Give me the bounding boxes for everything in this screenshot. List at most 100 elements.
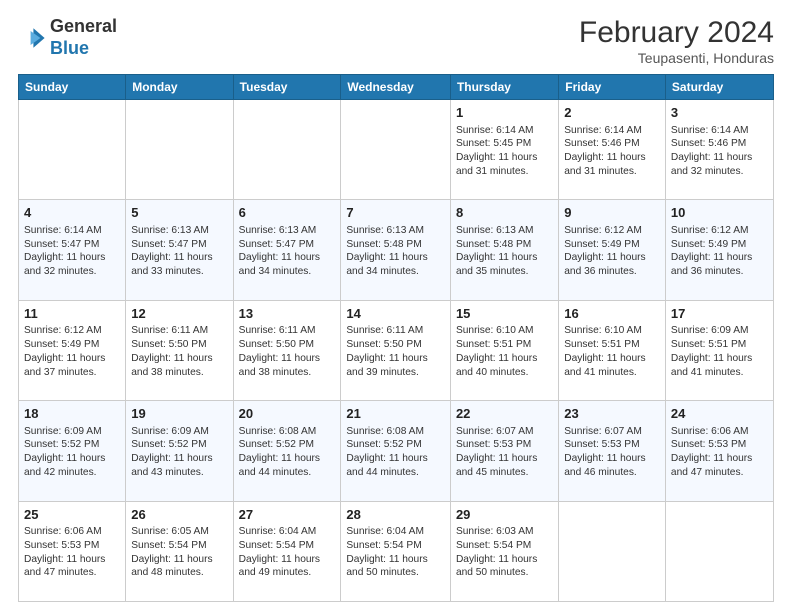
- day-info: Sunrise: 6:06 AM Sunset: 5:53 PM Dayligh…: [24, 526, 105, 578]
- day-number: 19: [131, 405, 227, 423]
- day-number: 8: [456, 204, 553, 222]
- day-number: 7: [346, 204, 445, 222]
- day-info: Sunrise: 6:13 AM Sunset: 5:47 PM Dayligh…: [239, 225, 320, 277]
- day-info: Sunrise: 6:05 AM Sunset: 5:54 PM Dayligh…: [131, 526, 212, 578]
- calendar-cell: 17 Sunrise: 6:09 AM Sunset: 5:51 PM Dayli…: [665, 300, 773, 400]
- calendar-cell: 16 Sunrise: 6:10 AM Sunset: 5:51 PM Dayli…: [559, 300, 666, 400]
- calendar-week-row: 25 Sunrise: 6:06 AM Sunset: 5:53 PM Dayli…: [19, 501, 774, 601]
- calendar-cell: 11 Sunrise: 6:12 AM Sunset: 5:49 PM Dayli…: [19, 300, 126, 400]
- day-number: 3: [671, 104, 768, 122]
- calendar-cell: 9 Sunrise: 6:12 AM Sunset: 5:49 PM Daylig…: [559, 200, 666, 300]
- day-number: 17: [671, 305, 768, 323]
- calendar-cell: [665, 501, 773, 601]
- day-info: Sunrise: 6:08 AM Sunset: 5:52 PM Dayligh…: [346, 426, 427, 478]
- calendar-cell: 6Sunrise: 6:13 AM Sunset: 5:47 PM Daylig…: [233, 200, 341, 300]
- day-number: 29: [456, 506, 553, 524]
- day-number: 28: [346, 506, 445, 524]
- page-header: General Blue February 2024 Teupasenti, H…: [18, 16, 774, 66]
- calendar-cell: 12 Sunrise: 6:11 AM Sunset: 5:50 PM Dayli…: [126, 300, 233, 400]
- day-info: Sunrise: 6:10 AM Sunset: 5:51 PM Dayligh…: [456, 325, 537, 377]
- calendar-cell: 1 Sunrise: 6:14 AM Sunset: 5:45 PM Daylig…: [450, 100, 558, 200]
- day-number: 12: [131, 305, 227, 323]
- day-number: 10: [671, 204, 768, 222]
- day-info: Sunrise: 6:14 AM Sunset: 5:45 PM Dayligh…: [456, 125, 537, 177]
- calendar-week-row: 18 Sunrise: 6:09 AM Sunset: 5:52 PM Dayli…: [19, 401, 774, 501]
- logo-text: General Blue: [50, 16, 117, 59]
- calendar-cell: 5Sunrise: 6:13 AM Sunset: 5:47 PM Daylig…: [126, 200, 233, 300]
- weekday-header: Wednesday: [341, 75, 451, 100]
- calendar-cell: [233, 100, 341, 200]
- calendar-cell: 28 Sunrise: 6:04 AM Sunset: 5:54 PM Dayli…: [341, 501, 451, 601]
- day-info: Sunrise: 6:11 AM Sunset: 5:50 PM Dayligh…: [239, 325, 320, 377]
- day-info: Sunrise: 6:06 AM Sunset: 5:53 PM Dayligh…: [671, 426, 752, 478]
- day-info: Sunrise: 6:08 AM Sunset: 5:52 PM Dayligh…: [239, 426, 320, 478]
- calendar-cell: 3 Sunrise: 6:14 AM Sunset: 5:46 PM Daylig…: [665, 100, 773, 200]
- logo: General Blue: [18, 16, 117, 59]
- day-number: 25: [24, 506, 120, 524]
- day-info: Sunrise: 6:13 AM Sunset: 5:48 PM Dayligh…: [456, 225, 537, 277]
- day-number: 22: [456, 405, 553, 423]
- day-info: Sunrise: 6:07 AM Sunset: 5:53 PM Dayligh…: [456, 426, 537, 478]
- calendar-cell: [559, 501, 666, 601]
- calendar-table: SundayMondayTuesdayWednesdayThursdayFrid…: [18, 74, 774, 602]
- day-number: 27: [239, 506, 336, 524]
- calendar-cell: 14 Sunrise: 6:11 AM Sunset: 5:50 PM Dayli…: [341, 300, 451, 400]
- title-block: February 2024 Teupasenti, Honduras: [579, 16, 774, 66]
- calendar-cell: 2 Sunrise: 6:14 AM Sunset: 5:46 PM Daylig…: [559, 100, 666, 200]
- calendar-cell: 23Sunrise: 6:07 AM Sunset: 5:53 PM Dayli…: [559, 401, 666, 501]
- day-info: Sunrise: 6:09 AM Sunset: 5:51 PM Dayligh…: [671, 325, 752, 377]
- calendar-cell: [126, 100, 233, 200]
- day-info: Sunrise: 6:11 AM Sunset: 5:50 PM Dayligh…: [346, 325, 427, 377]
- day-number: 4: [24, 204, 120, 222]
- day-number: 20: [239, 405, 336, 423]
- day-number: 14: [346, 305, 445, 323]
- calendar-cell: 29 Sunrise: 6:03 AM Sunset: 5:54 PM Dayli…: [450, 501, 558, 601]
- calendar-cell: 18 Sunrise: 6:09 AM Sunset: 5:52 PM Dayli…: [19, 401, 126, 501]
- day-info: Sunrise: 6:09 AM Sunset: 5:52 PM Dayligh…: [24, 426, 105, 478]
- day-info: Sunrise: 6:12 AM Sunset: 5:49 PM Dayligh…: [564, 225, 645, 277]
- calendar-week-row: 4 Sunrise: 6:14 AM Sunset: 5:47 PM Daylig…: [19, 200, 774, 300]
- day-number: 9: [564, 204, 660, 222]
- day-number: 15: [456, 305, 553, 323]
- day-number: 21: [346, 405, 445, 423]
- day-info: Sunrise: 6:03 AM Sunset: 5:54 PM Dayligh…: [456, 526, 537, 578]
- day-info: Sunrise: 6:10 AM Sunset: 5:51 PM Dayligh…: [564, 325, 645, 377]
- day-info: Sunrise: 6:13 AM Sunset: 5:48 PM Dayligh…: [346, 225, 427, 277]
- day-info: Sunrise: 6:12 AM Sunset: 5:49 PM Dayligh…: [671, 225, 752, 277]
- day-number: 5: [131, 204, 227, 222]
- day-number: 23: [564, 405, 660, 423]
- day-info: Sunrise: 6:14 AM Sunset: 5:47 PM Dayligh…: [24, 225, 105, 277]
- day-number: 11: [24, 305, 120, 323]
- day-info: Sunrise: 6:12 AM Sunset: 5:49 PM Dayligh…: [24, 325, 105, 377]
- day-info: Sunrise: 6:11 AM Sunset: 5:50 PM Dayligh…: [131, 325, 212, 377]
- location: Teupasenti, Honduras: [579, 50, 774, 66]
- weekday-header: Monday: [126, 75, 233, 100]
- calendar-cell: 7 Sunrise: 6:13 AM Sunset: 5:48 PM Daylig…: [341, 200, 451, 300]
- calendar-cell: 15 Sunrise: 6:10 AM Sunset: 5:51 PM Dayli…: [450, 300, 558, 400]
- calendar-cell: 8 Sunrise: 6:13 AM Sunset: 5:48 PM Daylig…: [450, 200, 558, 300]
- day-info: Sunrise: 6:14 AM Sunset: 5:46 PM Dayligh…: [564, 125, 645, 177]
- calendar-cell: 4 Sunrise: 6:14 AM Sunset: 5:47 PM Daylig…: [19, 200, 126, 300]
- weekday-header: Sunday: [19, 75, 126, 100]
- calendar-cell: 27Sunrise: 6:04 AM Sunset: 5:54 PM Dayli…: [233, 501, 341, 601]
- calendar-week-row: 11 Sunrise: 6:12 AM Sunset: 5:49 PM Dayli…: [19, 300, 774, 400]
- calendar-cell: 19 Sunrise: 6:09 AM Sunset: 5:52 PM Dayli…: [126, 401, 233, 501]
- calendar-cell: 25 Sunrise: 6:06 AM Sunset: 5:53 PM Dayli…: [19, 501, 126, 601]
- weekday-header: Saturday: [665, 75, 773, 100]
- calendar-cell: 22 Sunrise: 6:07 AM Sunset: 5:53 PM Dayli…: [450, 401, 558, 501]
- month-year: February 2024: [579, 16, 774, 50]
- day-number: 16: [564, 305, 660, 323]
- logo-blue: Blue: [50, 38, 117, 60]
- day-info: Sunrise: 6:09 AM Sunset: 5:52 PM Dayligh…: [131, 426, 212, 478]
- day-number: 26: [131, 506, 227, 524]
- day-number: 1: [456, 104, 553, 122]
- calendar-cell: 20 Sunrise: 6:08 AM Sunset: 5:52 PM Dayli…: [233, 401, 341, 501]
- calendar-cell: 10 Sunrise: 6:12 AM Sunset: 5:49 PM Dayli…: [665, 200, 773, 300]
- day-info: Sunrise: 6:14 AM Sunset: 5:46 PM Dayligh…: [671, 125, 752, 177]
- day-number: 18: [24, 405, 120, 423]
- calendar-cell: [341, 100, 451, 200]
- day-info: Sunrise: 6:04 AM Sunset: 5:54 PM Dayligh…: [346, 526, 427, 578]
- calendar-cell: 26 Sunrise: 6:05 AM Sunset: 5:54 PM Dayli…: [126, 501, 233, 601]
- calendar-week-row: 1 Sunrise: 6:14 AM Sunset: 5:45 PM Daylig…: [19, 100, 774, 200]
- day-number: 2: [564, 104, 660, 122]
